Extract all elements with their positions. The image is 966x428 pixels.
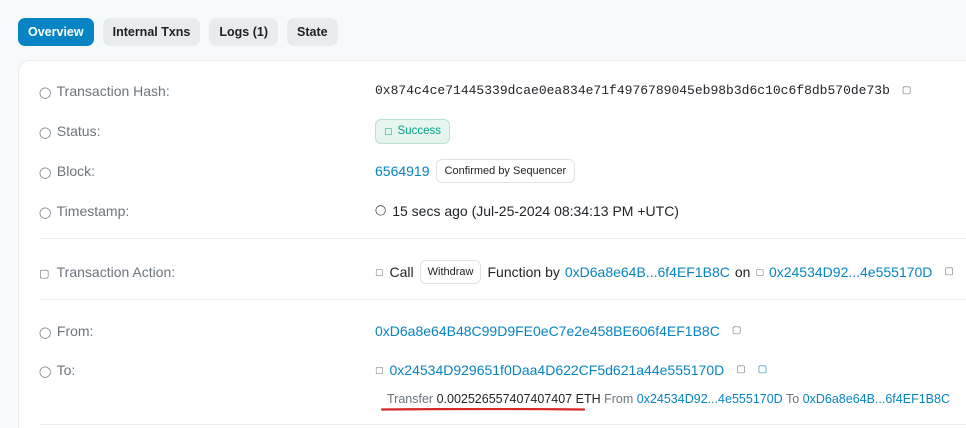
info-icon: ◯ [39, 207, 52, 219]
red-underline-annotation [381, 408, 585, 411]
tab-overview[interactable]: Overview [18, 18, 94, 46]
row-transaction-hash: ◯ Transaction Hash: 0x874c4ce71445339dca… [19, 79, 966, 103]
divider [39, 424, 966, 425]
copy-icon[interactable]: ▢ [944, 260, 953, 284]
from-address-link[interactable]: 0xD6a8e64B48C99D9FE0eC7e2e458BE606f4EF1B… [375, 319, 720, 343]
expand-icon[interactable]: ▢ [39, 262, 53, 286]
transaction-hash-label: ◯ Transaction Hash: [39, 79, 170, 103]
row-block: ◯ Block: 6564919 Confirmed by Sequencer [19, 159, 966, 183]
row-to: ◯ To: ▢ 0x24534D929651f0Daa4D622CF5d621a… [19, 358, 966, 382]
transfer-amount: 0.002526557407407407 [436, 392, 573, 406]
transaction-overview-card: ◯ Transaction Hash: 0x874c4ce71445339dca… [18, 60, 966, 428]
contract-icon: ▢ [375, 365, 384, 375]
divider [39, 238, 966, 239]
block-label: ◯ Block: [39, 159, 95, 183]
to-address-link[interactable]: 0x24534D929651f0Daa4D622CF5d621a44e55517… [390, 358, 725, 382]
info-icon: ◯ [39, 327, 52, 339]
to-label: ◯ To: [39, 358, 75, 382]
row-from: ◯ From: 0xD6a8e64B48C99D9FE0eC7e2e458BE6… [19, 319, 966, 343]
method-badge: Withdraw [419, 260, 482, 284]
clock-icon: ◯ [375, 205, 387, 216]
transaction-action-label: ▢ Transaction Action: [39, 260, 175, 284]
row-transaction-action: ▢ Transaction Action: ▢ Call Withdraw Fu… [19, 260, 966, 284]
transfer-unit: ETH [575, 392, 601, 406]
tab-bar: Overview Internal Txns Logs (1) State [18, 18, 338, 46]
status-badge: ▢ Success [375, 118, 450, 144]
action-call-text: Call [389, 264, 414, 280]
transaction-hash-value-wrap: 0x874c4ce71445339dcae0ea834e71f497678904… [375, 79, 911, 103]
action-from-link[interactable]: 0xD6a8e64B...6f4EF1B8C [565, 260, 730, 284]
action-to-link[interactable]: 0x24534D92...4e555170D [769, 260, 932, 284]
timestamp-label: ◯ Timestamp: [39, 199, 129, 223]
action-function-by-text: Function by [487, 264, 560, 280]
from-label: ◯ From: [39, 319, 93, 343]
transaction-hash-value: 0x874c4ce71445339dcae0ea834e71f497678904… [375, 83, 890, 98]
row-timestamp: ◯ Timestamp: ◯ 15 secs ago (Jul-25-2024 … [19, 199, 966, 223]
sequencer-badge: Confirmed by Sequencer [435, 159, 576, 183]
action-on-text: on [734, 264, 751, 280]
status-label: ◯ Status: [39, 119, 100, 143]
divider [39, 299, 966, 300]
transfer-to-link[interactable]: 0xD6a8e64B...6f4EF1B8C [803, 392, 950, 406]
info-icon: ◯ [39, 87, 52, 99]
info-icon: ◯ [39, 167, 52, 179]
tab-internal-txns[interactable]: Internal Txns [102, 18, 201, 46]
contract-icon: ▢ [755, 267, 764, 277]
check-circle-icon: ▢ [384, 126, 393, 136]
transfer-to-word: To [785, 392, 800, 406]
tab-state[interactable]: State [287, 18, 338, 46]
copy-icon[interactable]: ▢ [736, 358, 745, 382]
block-number-link[interactable]: 6564919 [375, 159, 430, 183]
copy-icon[interactable]: ▢ [902, 79, 911, 103]
caret-icon: ▢ [375, 267, 384, 277]
transfer-word: Transfer [387, 392, 434, 406]
timestamp-value: 15 secs ago (Jul-25-2024 08:34:13 PM +UT… [392, 203, 679, 219]
transfer-from-link[interactable]: 0x24534D92...4e555170D [637, 392, 783, 406]
info-icon: ◯ [39, 127, 52, 139]
info-icon: ◯ [39, 366, 52, 378]
token-icon[interactable]: ▢ [758, 358, 767, 382]
tab-logs[interactable]: Logs (1) [209, 18, 278, 46]
internal-transfer-line: Transfer 0.002526557407407407 ETH From 0… [387, 389, 950, 409]
copy-icon[interactable]: ▢ [732, 319, 741, 343]
transfer-from-word: From [604, 392, 634, 406]
row-status: ◯ Status: ▢ Success [19, 118, 966, 144]
